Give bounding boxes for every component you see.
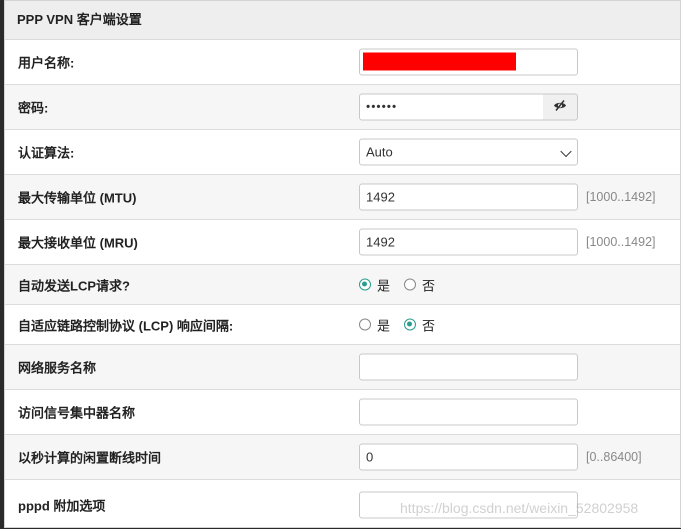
service-name-label: 网络服务名称 — [18, 360, 97, 376]
lcp-request-no-option[interactable]: 否 — [404, 275, 435, 294]
panel-title: PPP VPN 客户端设置 — [5, 1, 680, 40]
service-name-input[interactable] — [359, 353, 578, 381]
row-lcp-request: 自动发送LCP请求? 是 否 — [5, 265, 680, 305]
watermark-text: https://blog.csdn.net/weixin_52802958 — [400, 500, 639, 516]
idle-timeout-range-hint: [0..86400] — [586, 450, 642, 464]
no-label: 否 — [422, 278, 436, 293]
radio-selected[interactable] — [404, 318, 417, 331]
row-password: 密码: •••••• — [5, 85, 680, 130]
mru-label: 最大接收单位 (MRU) — [18, 235, 138, 251]
row-service-name: 网络服务名称 — [5, 345, 680, 390]
radio-unselected[interactable] — [359, 318, 371, 331]
row-lcp-adaptive: 自适应链路控制协议 (LCP) 响应间隔: 是 否 — [5, 305, 680, 345]
row-idle-timeout: 以秒计算的闲置断线时间 0 [0..86400] — [5, 435, 680, 480]
password-label: 密码: — [18, 100, 49, 116]
ac-name-input[interactable] — [359, 398, 578, 426]
radio-selected[interactable] — [359, 278, 371, 291]
lcp-request-radio-group: 是 否 — [359, 275, 449, 294]
pppd-options-label: pppd 附加选项 — [18, 498, 106, 513]
mru-input[interactable]: 1492 — [359, 228, 578, 256]
password-input[interactable]: •••••• — [359, 93, 544, 121]
row-ac-name: 访问信号集中器名称 — [5, 390, 680, 435]
radio-unselected[interactable] — [404, 278, 417, 291]
mtu-range-hint: [1000..1492] — [586, 190, 656, 204]
mtu-label: 最大传输单位 (MTU) — [18, 190, 137, 206]
row-auth: 认证算法: Auto — [5, 130, 680, 175]
row-mru: 最大接收单位 (MRU) 1492 [1000..1492] — [5, 220, 680, 265]
ac-name-label: 访问信号集中器名称 — [18, 405, 136, 421]
row-mtu: 最大传输单位 (MTU) 1492 [1000..1492] — [5, 175, 680, 220]
eye-slash-icon — [553, 100, 567, 115]
toggle-password-button[interactable] — [543, 93, 578, 121]
username-input[interactable] — [359, 48, 578, 75]
chevron-down-icon — [560, 145, 572, 158]
row-username: 用户名称: — [5, 39, 680, 85]
mtu-input[interactable]: 1492 — [359, 183, 578, 211]
settings-panel: PPP VPN 客户端设置 用户名称: 密码: •••••• 认证算法: Aut… — [4, 0, 681, 528]
auth-select-value: Auto — [366, 144, 393, 160]
yes-label: 是 — [377, 318, 391, 333]
auth-label: 认证算法: — [18, 145, 75, 161]
yes-label: 是 — [377, 278, 391, 293]
no-label: 否 — [422, 318, 436, 333]
auth-select[interactable]: Auto — [359, 138, 578, 166]
idle-timeout-label: 以秒计算的闲置断线时间 — [18, 450, 162, 466]
mru-range-hint: [1000..1492] — [586, 235, 656, 249]
lcp-adaptive-label: 自适应链路控制协议 (LCP) 响应间隔: — [18, 318, 234, 333]
lcp-request-yes-option[interactable]: 是 — [359, 275, 390, 294]
lcp-adaptive-radio-group: 是 否 — [359, 315, 449, 334]
idle-timeout-input[interactable]: 0 — [359, 443, 578, 471]
username-label: 用户名称: — [18, 55, 75, 70]
lcp-adaptive-no-option[interactable]: 否 — [404, 315, 435, 334]
redacted-value — [363, 52, 516, 70]
lcp-adaptive-yes-option[interactable]: 是 — [359, 315, 390, 334]
lcp-request-label: 自动发送LCP请求? — [18, 278, 130, 293]
